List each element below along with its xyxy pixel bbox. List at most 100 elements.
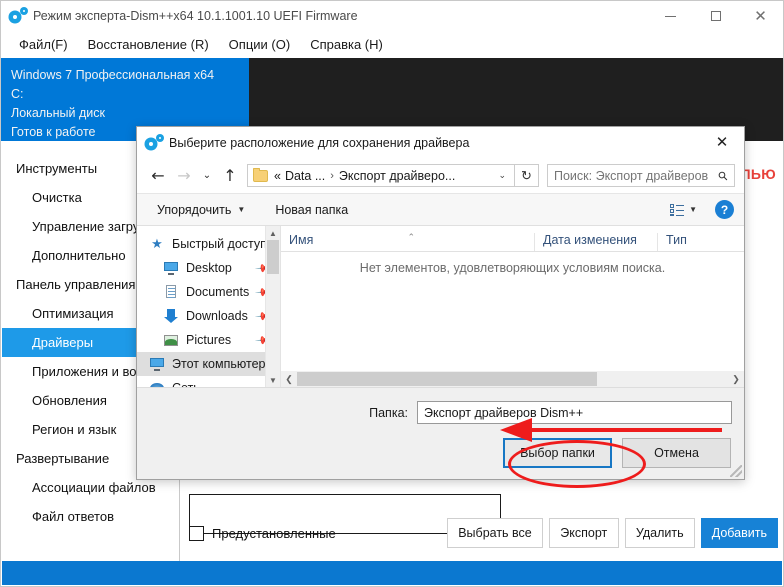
select-folder-button[interactable]: Выбор папки xyxy=(503,438,612,468)
dialog-close-button[interactable]: ✕ xyxy=(700,127,744,158)
column-header-type[interactable]: Тип xyxy=(657,233,737,251)
computer-icon xyxy=(149,356,165,372)
app-status-bar xyxy=(2,561,782,585)
column-header-name[interactable]: ⌃ Имя xyxy=(281,232,534,251)
close-icon: ✕ xyxy=(715,133,729,151)
tree-item-pictures[interactable]: Pictures 📌 xyxy=(137,328,280,352)
scroll-track[interactable] xyxy=(297,371,728,387)
resize-grip[interactable] xyxy=(730,465,742,477)
scroll-right-icon[interactable]: ❯ xyxy=(728,371,744,387)
window-controls: ✕ xyxy=(648,1,783,31)
os-disk-type: Локальный диск xyxy=(11,106,105,120)
chevron-down-icon[interactable]: ⌄ xyxy=(490,170,514,181)
dialog-navigation-row: ← → ⌄ ↑ « Data ... › Экспорт драйверо...… xyxy=(137,158,744,193)
navigation-tree: ★ Быстрый доступ Desktop 📌 Documents 📌 D… xyxy=(137,226,281,387)
app-action-bar: Предустановленные Выбрать все Экспорт Уд… xyxy=(181,517,782,549)
column-header-date-modified[interactable]: Дата изменения xyxy=(534,233,657,251)
column-label: Дата изменения xyxy=(543,233,637,247)
column-label: Имя xyxy=(289,233,314,247)
network-icon xyxy=(149,380,165,387)
download-icon xyxy=(163,308,179,324)
breadcrumb-separator: › xyxy=(330,169,334,182)
os-drive: C: xyxy=(11,87,24,101)
delete-button[interactable]: Удалить xyxy=(624,518,695,548)
maximize-button[interactable] xyxy=(693,1,738,31)
chevron-down-icon: ▼ xyxy=(689,205,697,214)
minimize-button[interactable] xyxy=(648,1,693,31)
tree-item-downloads[interactable]: Downloads 📌 xyxy=(137,304,280,328)
menu-options[interactable]: Опции (O) xyxy=(219,34,301,55)
export-button[interactable]: Экспорт xyxy=(548,518,619,548)
tree-item-this-pc[interactable]: Этот компьютер xyxy=(137,352,280,376)
scroll-down-icon[interactable]: ▼ xyxy=(266,373,280,387)
file-list-header: ⌃ Имя Дата изменения Тип xyxy=(281,226,744,252)
select-all-button[interactable]: Выбрать все xyxy=(447,518,543,548)
scroll-left-icon[interactable]: ❮ xyxy=(281,371,297,387)
menu-help[interactable]: Справка (H) xyxy=(300,34,393,55)
tree-item-label: Pictures xyxy=(186,333,232,347)
search-icon: ⚲ xyxy=(714,167,732,184)
up-button[interactable]: ↑ xyxy=(217,163,243,189)
breadcrumb-prefix: « xyxy=(274,168,281,183)
add-button[interactable]: Добавить xyxy=(700,518,778,548)
folder-name-row: Папка: xyxy=(137,388,744,424)
recent-locations-dropdown[interactable]: ⌄ xyxy=(197,163,217,189)
tree-scrollbar[interactable]: ▲ ▼ xyxy=(265,226,280,387)
dialog-titlebar: Выберите расположение для сохранения дра… xyxy=(137,127,744,158)
tree-item-desktop[interactable]: Desktop 📌 xyxy=(137,256,280,280)
search-box[interactable]: ⚲ xyxy=(547,164,735,187)
back-button[interactable]: ← xyxy=(145,163,171,189)
menu-recovery[interactable]: Восстановление (R) xyxy=(78,34,219,55)
close-icon: ✕ xyxy=(754,6,767,25)
tree-item-label: Documents xyxy=(186,285,250,299)
tree-item-label: Desktop xyxy=(186,261,232,275)
document-icon xyxy=(163,284,179,300)
maximize-icon xyxy=(710,11,721,21)
chevron-down-icon: ▼ xyxy=(237,205,246,214)
new-folder-button[interactable]: Новая папка xyxy=(267,199,356,221)
checkbox-label: Предустановленные xyxy=(212,525,336,541)
empty-list-message: Нет элементов, удовлетворяющих условиям … xyxy=(359,261,666,275)
forward-button[interactable]: → xyxy=(171,163,197,189)
organize-menu-button[interactable]: Упорядочить ▼ xyxy=(149,199,253,221)
sidebar-item-answer-file[interactable]: Файл ответов xyxy=(2,502,179,531)
minimize-icon xyxy=(665,15,676,17)
scroll-up-icon[interactable]: ▲ xyxy=(266,226,280,240)
file-list-pane: ⌃ Имя Дата изменения Тип Нет элементов, … xyxy=(281,226,744,387)
cancel-button[interactable]: Отмена xyxy=(622,438,731,468)
checkbox-box[interactable] xyxy=(189,525,204,541)
help-icon[interactable]: ? xyxy=(715,200,734,219)
scroll-thumb[interactable] xyxy=(267,240,279,274)
breadcrumb-item-data[interactable]: Data ... xyxy=(285,169,325,183)
view-list-icon xyxy=(670,203,685,216)
close-button[interactable]: ✕ xyxy=(738,1,783,31)
search-input[interactable] xyxy=(548,168,712,183)
app-buttons: Выбрать все Экспорт Удалить Добавить xyxy=(447,518,778,548)
new-folder-label: Новая папка xyxy=(275,202,349,217)
folder-icon xyxy=(253,167,268,182)
change-view-button[interactable]: ▼ xyxy=(664,201,703,219)
tree-item-quick-access[interactable]: ★ Быстрый доступ xyxy=(137,232,280,256)
column-label: Тип xyxy=(666,233,687,247)
breadcrumb-item-export[interactable]: Экспорт драйверо... xyxy=(339,169,455,183)
monitor-icon xyxy=(163,260,179,276)
star-icon: ★ xyxy=(151,236,163,251)
tree-item-label: Быстрый доступ xyxy=(172,237,267,251)
address-bar[interactable]: « Data ... › Экспорт драйверо... ⌄ xyxy=(247,164,515,187)
organize-label: Упорядочить xyxy=(157,202,232,217)
refresh-button[interactable]: ↻ xyxy=(515,164,539,187)
dialog-title: Выберите расположение для сохранения дра… xyxy=(169,135,470,150)
dialog-button-row: Выбор папки Отмена xyxy=(137,424,744,468)
scroll-thumb[interactable] xyxy=(297,372,597,386)
gear-icon xyxy=(10,8,27,24)
horizontal-scrollbar[interactable]: ❮ ❯ xyxy=(281,371,744,387)
menu-file[interactable]: Файл(F) xyxy=(9,34,78,55)
picture-icon xyxy=(163,332,179,348)
app-menubar: Файл(F) Восстановление (R) Опции (O) Спр… xyxy=(1,31,783,58)
folder-name-input[interactable] xyxy=(417,401,732,424)
preinstalled-checkbox[interactable]: Предустановленные xyxy=(189,525,336,541)
tree-item-documents[interactable]: Documents 📌 xyxy=(137,280,280,304)
tree-item-label: Downloads xyxy=(186,309,248,323)
gear-icon xyxy=(146,134,163,151)
tree-item-network[interactable]: Сеть xyxy=(137,376,280,387)
